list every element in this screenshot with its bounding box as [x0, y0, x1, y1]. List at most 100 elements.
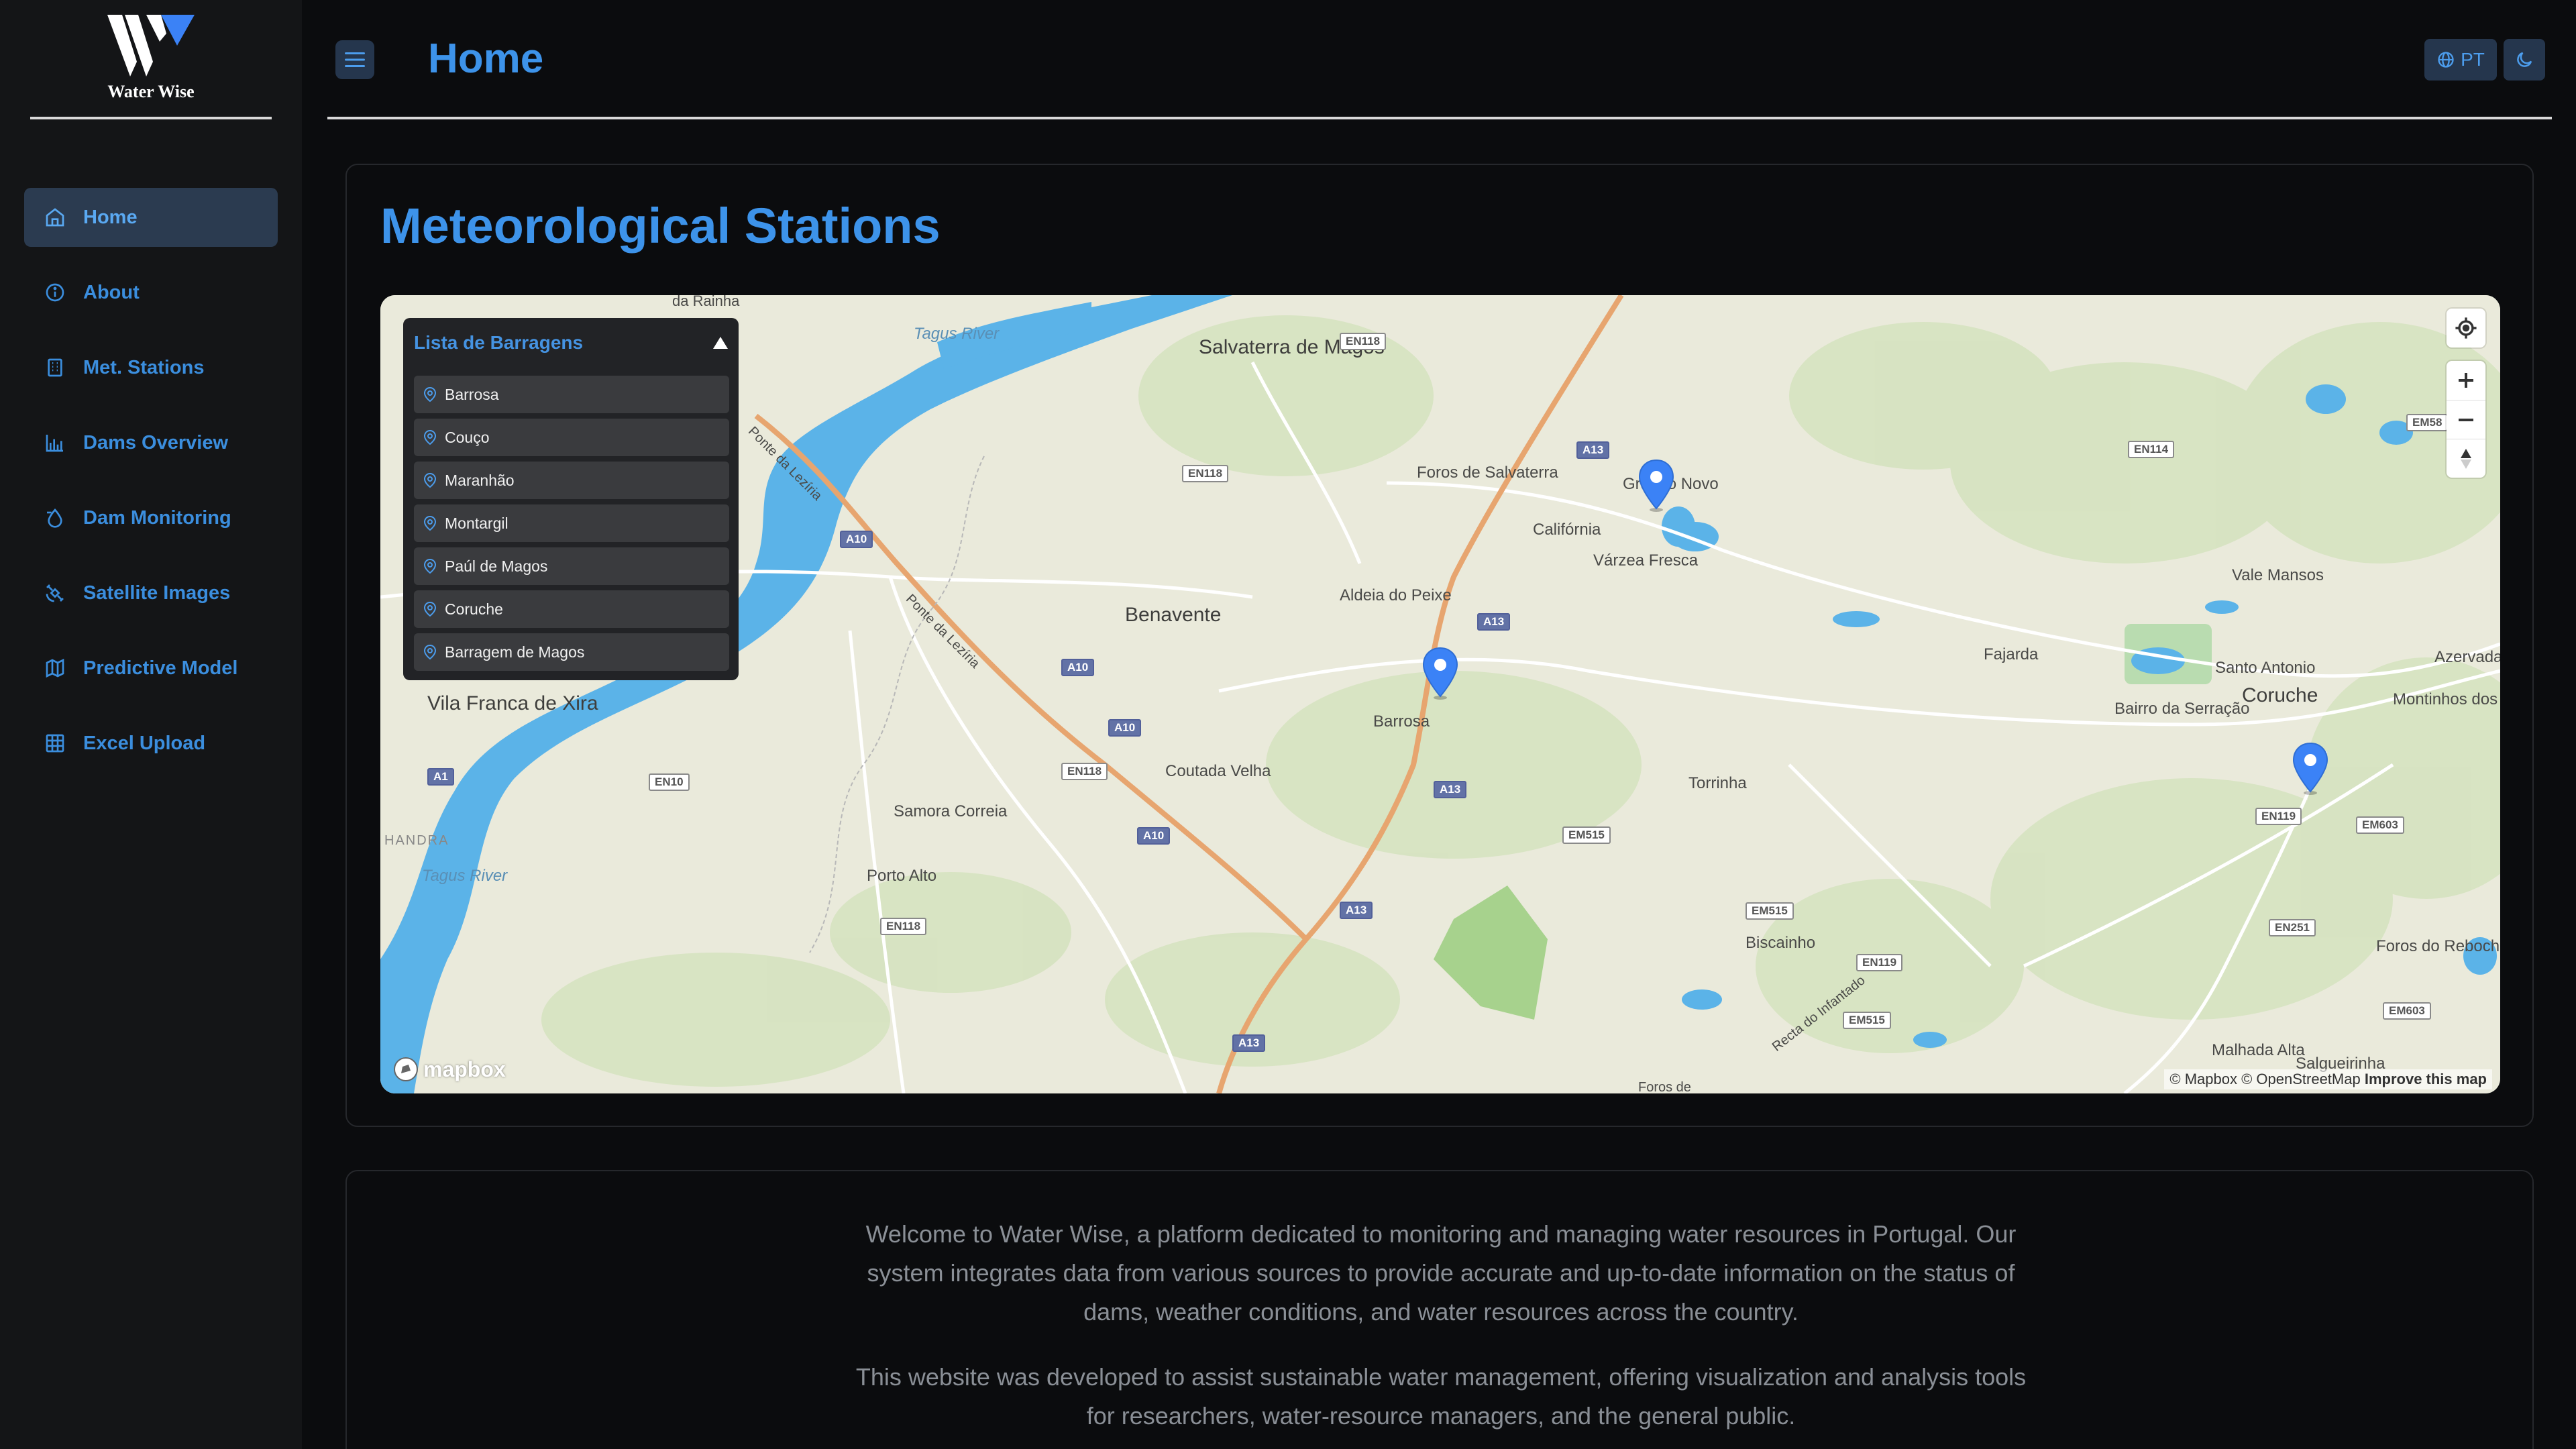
zoom-out-button[interactable] [2447, 400, 2485, 439]
road-en251: EN251 [2269, 919, 2316, 936]
theme-toggle-button[interactable] [2504, 39, 2545, 80]
moon-icon [2517, 52, 2532, 67]
purpose-line: for researchers, water-resource managers… [1086, 1402, 1796, 1430]
label-vila-franca: Vila Franca de Xira [427, 692, 598, 714]
dam-item-maranhao[interactable]: Maranhão [414, 462, 729, 499]
road-en10: EN10 [649, 773, 690, 791]
sidebar-item-label: Dams Overview [83, 431, 229, 453]
language-toggle-button[interactable]: PT [2424, 39, 2497, 80]
compass-button[interactable] [2447, 439, 2485, 478]
label-fajarda: Fajarda [1984, 645, 2039, 663]
sidebar-item-label: Dam Monitoring [83, 506, 231, 529]
sidebar-item-satellite-images[interactable]: Satellite Images [24, 564, 278, 623]
label-bairro: Bairro da Serração [2114, 700, 2250, 718]
welcome-card: Welcome to Water Wise, a platform dedica… [345, 1170, 2534, 1449]
road-en114: EN114 [2128, 441, 2175, 458]
sidebar-item-home[interactable]: Home [24, 188, 278, 247]
sidebar-item-dam-monitoring[interactable]: Dam Monitoring [24, 488, 278, 547]
improve-map-link[interactable]: Improve this map [2365, 1071, 2487, 1087]
road-a10: A10 [1061, 659, 1095, 676]
satellite-icon [42, 580, 68, 606]
sidebar-item-label: Satellite Images [83, 582, 231, 604]
plus-icon [2459, 373, 2473, 388]
dam-list: Barrosa Couço Maranhão Montargil Paúl de… [414, 376, 729, 676]
location-pin-icon [423, 601, 437, 617]
droplet-icon [42, 504, 68, 531]
sidebar-item-met-stations[interactable]: Met. Stations [24, 338, 278, 397]
label-varzea: Várzea Fresca [1593, 551, 1699, 570]
map-pin-icon [2292, 742, 2328, 795]
sidebar-item-label: About [83, 281, 140, 303]
water-wise-logo-icon [107, 15, 195, 76]
stations-card: Meteorological Stations Salvaterra de Ma… [345, 164, 2534, 1127]
welcome-line: system integrates data from various sour… [867, 1259, 2015, 1287]
mapbox-logo[interactable]: mapbox [392, 1056, 506, 1083]
menu-toggle-button[interactable] [335, 40, 374, 79]
label-coutada: Coutada Velha [1165, 762, 1271, 780]
sidebar-item-label: Predictive Model [83, 657, 238, 679]
top-header: Home PT [327, 0, 2552, 119]
mapbox-logo-text: mapbox [423, 1057, 506, 1081]
sidebar-item-label: Excel Upload [83, 732, 206, 754]
dam-item-paul-de-magos[interactable]: Paúl de Magos [414, 547, 729, 585]
label-california: Califórnia [1533, 521, 1601, 539]
building-icon [42, 354, 68, 381]
sidebar-item-excel-upload[interactable]: Excel Upload [24, 714, 278, 773]
geolocate-button[interactable] [2447, 309, 2485, 347]
language-label: PT [2461, 49, 2485, 70]
dam-item-montargil[interactable]: Montargil [414, 504, 729, 542]
dam-item-coruche[interactable]: Coruche [414, 590, 729, 628]
welcome-line: Welcome to Water Wise, a platform dedica… [865, 1220, 2017, 1248]
purpose-paragraph: This website was developed to assist sus… [347, 1358, 2535, 1436]
dam-item-label: Barragem de Magos [445, 643, 585, 661]
dam-list-header[interactable]: Lista de Barragens [414, 325, 729, 361]
label-malhada: Malhada Alta [2212, 1041, 2305, 1059]
collapse-triangle-icon[interactable] [712, 335, 729, 350]
label-biscainho: Biscainho [1746, 934, 1816, 952]
label-tagus-river-north: Tagus River [914, 325, 1000, 343]
label-azervada: Azervada [2434, 648, 2500, 666]
road-en118: EN118 [1061, 763, 1108, 780]
map-icon [42, 655, 68, 682]
globe-icon [2438, 52, 2454, 68]
station-marker[interactable] [1421, 647, 1460, 700]
welcome-paragraph: Welcome to Water Wise, a platform dedica… [347, 1215, 2535, 1332]
sidebar-item-about[interactable]: About [24, 263, 278, 322]
label-aldeia: Aldeia do Peixe [1340, 586, 1452, 604]
road-a13: A13 [1232, 1034, 1266, 1052]
label-barrosa: Barrosa [1373, 712, 1430, 731]
stations-map[interactable]: Salvaterra de Magos Benavente Vila Franc… [380, 295, 2500, 1093]
dam-item-label: Maranhão [445, 471, 515, 489]
sidebar-item-dams-overview[interactable]: Dams Overview [24, 413, 278, 472]
label-coruche: Coruche [2242, 684, 2318, 706]
zoom-in-button[interactable] [2447, 361, 2485, 400]
attribution-text[interactable]: © Mapbox © OpenStreetMap [2169, 1071, 2360, 1087]
dam-chart-icon [42, 429, 68, 456]
logo[interactable]: Water Wise [30, 0, 272, 119]
road-em515: EM515 [1746, 902, 1794, 920]
purpose-line: This website was developed to assist sus… [855, 1363, 2027, 1391]
label-samora: Samora Correia [894, 802, 1008, 820]
station-marker[interactable] [2291, 742, 2330, 796]
dam-item-barragem-de-magos[interactable]: Barragem de Magos [414, 633, 729, 671]
label-porto-alto: Porto Alto [867, 867, 937, 885]
road-em603: EM603 [2383, 1002, 2431, 1020]
dam-list-title: Lista de Barragens [414, 332, 584, 353]
road-a1: A1 [427, 768, 454, 786]
geolocate-control [2447, 309, 2485, 347]
dam-item-couco[interactable]: Couço [414, 419, 729, 456]
location-pin-icon [423, 558, 437, 574]
dam-list-panel: Lista de Barragens Barrosa Couço Maranhã… [403, 318, 739, 680]
sidebar-item-predictive-model[interactable]: Predictive Model [24, 639, 278, 698]
station-marker[interactable] [1637, 459, 1676, 513]
dam-item-label: Paúl de Magos [445, 557, 548, 575]
dam-item-barrosa[interactable]: Barrosa [414, 376, 729, 413]
road-en118: EN118 [1182, 465, 1229, 482]
road-a13: A13 [1477, 613, 1511, 631]
mapbox-icon [394, 1057, 418, 1081]
dam-item-label: Coruche [445, 600, 503, 618]
logo-text: Water Wise [107, 82, 195, 101]
label-montinhos: Montinhos dos Pegos [2393, 690, 2500, 708]
location-pin-icon [423, 644, 437, 660]
sidebar-nav: Home About Met. Stations Dams Overview D… [24, 188, 278, 789]
